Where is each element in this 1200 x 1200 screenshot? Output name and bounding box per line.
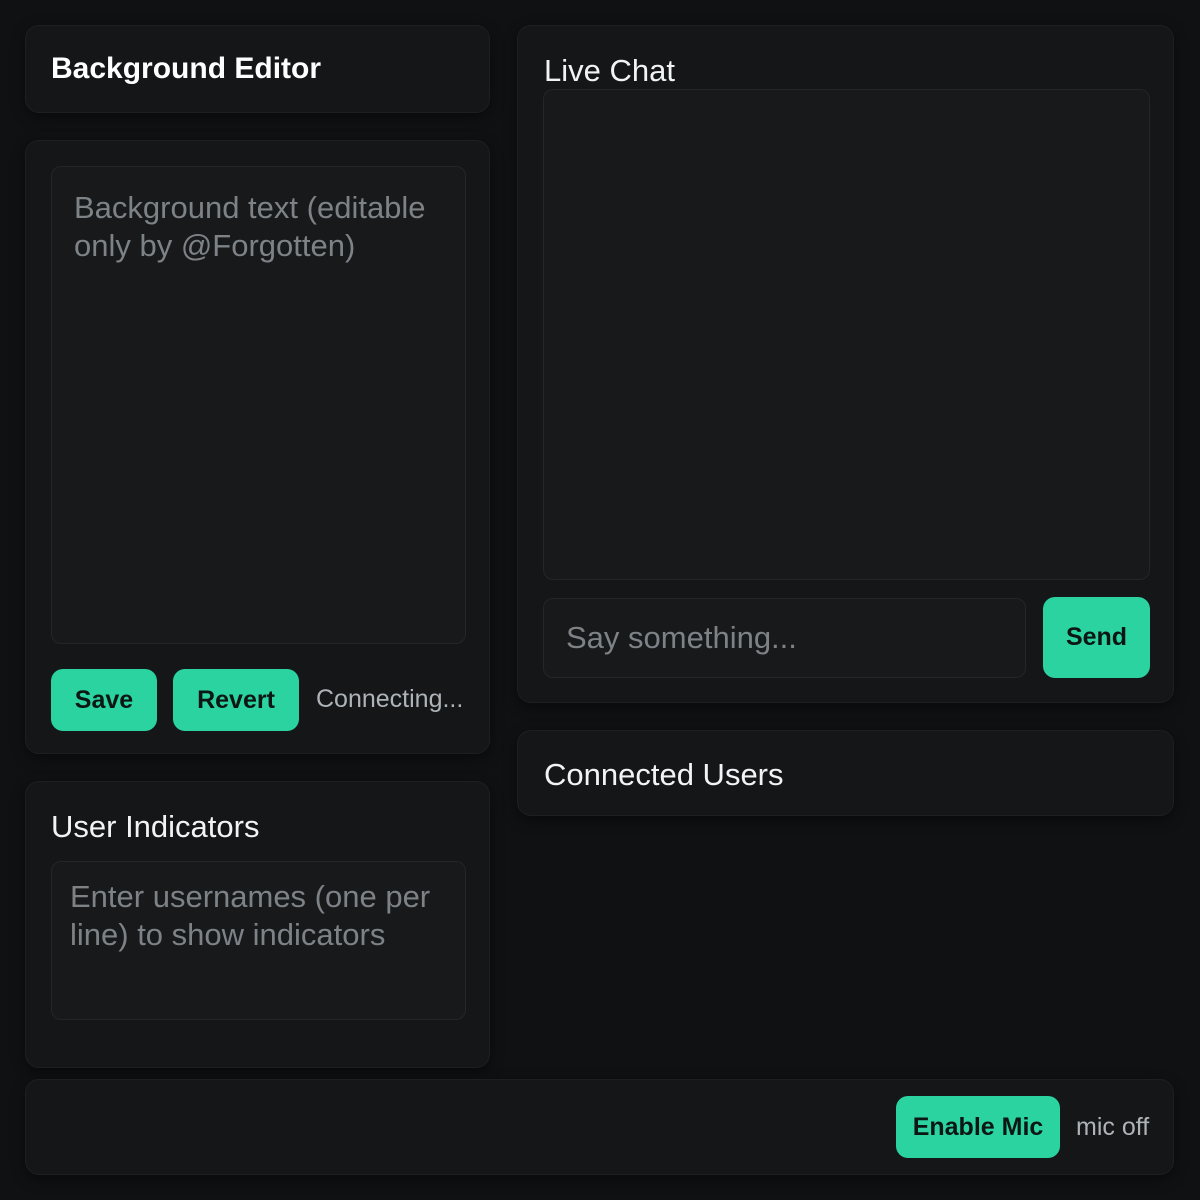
usernames-input[interactable] [51, 861, 466, 1020]
chat-message-input[interactable] [543, 598, 1026, 678]
mic-bar: Enable Mic mic off [25, 1079, 1174, 1175]
save-button[interactable]: Save [51, 669, 157, 731]
mic-status: mic off [1076, 1113, 1150, 1141]
revert-button[interactable]: Revert [173, 669, 299, 731]
connected-users-title: Connected Users [544, 757, 784, 792]
connection-status: Connecting... [316, 685, 464, 713]
background-text-input[interactable] [51, 166, 466, 644]
user-indicators-title: User Indicators [51, 809, 260, 844]
live-chat-title: Live Chat [544, 53, 675, 88]
user-indicators-card: User Indicators [25, 781, 490, 1068]
chat-messages-area[interactable] [543, 89, 1150, 580]
send-button[interactable]: Send [1043, 597, 1150, 678]
connected-users-card: Connected Users [517, 730, 1174, 816]
background-editor-header-card: Background Editor [25, 25, 490, 113]
enable-mic-button[interactable]: Enable Mic [896, 1096, 1060, 1158]
background-editor-card: Save Revert Connecting... [25, 140, 490, 754]
live-chat-card: Live Chat Send [517, 25, 1174, 703]
background-editor-title: Background Editor [51, 52, 322, 85]
